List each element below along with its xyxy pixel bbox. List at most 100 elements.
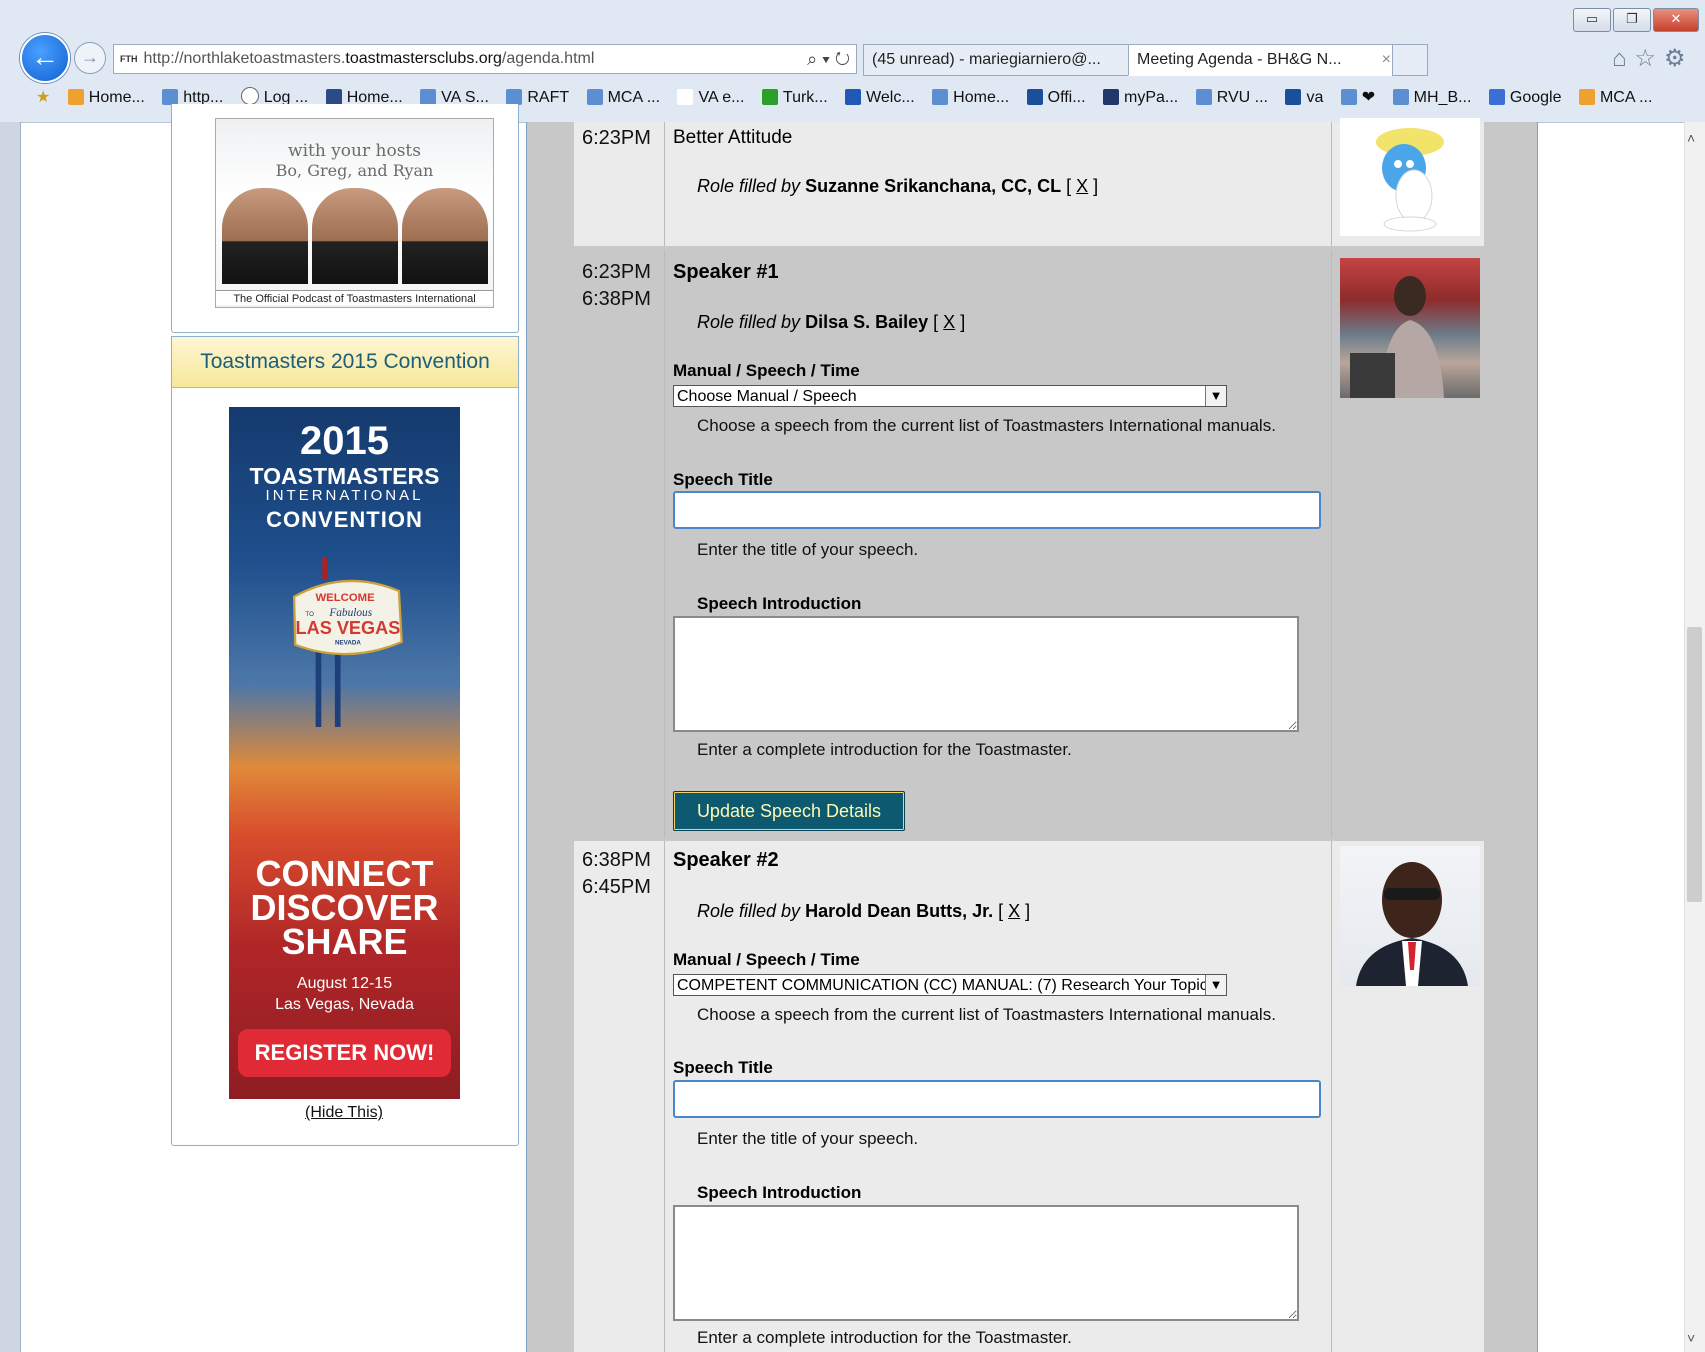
minimize-button[interactable]: ▭ <box>1573 8 1611 32</box>
banner-date-location: August 12-15 Las Vegas, Nevada <box>229 973 460 1015</box>
manual-speech-select[interactable]: Choose Manual / Speech ▼ <box>673 385 1227 407</box>
vertical-scrollbar[interactable]: ˄ ˅ <box>1684 122 1705 1352</box>
speech-title-help: Enter the title of your speech. <box>697 1129 919 1148</box>
favorite-link[interactable]: Offi... <box>1026 89 1086 106</box>
site-favicon: FTH <box>120 54 138 64</box>
sign-welcome: WELCOME <box>316 592 376 604</box>
manual-select-value: Choose Manual / Speech <box>677 388 857 405</box>
favorite-link[interactable]: myPa... <box>1103 89 1178 106</box>
favorite-link[interactable]: Home... <box>932 89 1009 106</box>
update-speech-details-button[interactable]: Update Speech Details <box>673 791 905 831</box>
close-window-button[interactable]: ✕ <box>1653 8 1699 32</box>
start-time: 6:23PM <box>582 261 651 283</box>
banner-discover: DISCOVER <box>250 887 439 928</box>
speech-intro-label: Speech Introduction <box>697 1183 862 1202</box>
tab-agenda-label: Meeting Agenda - BH&G N... <box>1137 51 1342 68</box>
role-filled-by-label: Role filled by <box>697 176 801 196</box>
end-time: 6:38PM <box>582 288 651 310</box>
favorite-link[interactable]: RVU ... <box>1195 89 1268 106</box>
tab-close-icon[interactable]: × <box>1382 45 1391 75</box>
tab-mail-label: (45 unread) - mariegiarniero@... <box>872 51 1101 68</box>
member-name: Suzanne Srikanchana, CC, CL <box>805 176 1062 196</box>
favorite-link[interactable]: VA e... <box>677 89 744 106</box>
address-bar[interactable]: FTH http://northlaketoastmasters.toastmas… <box>113 44 857 74</box>
banner-toastmasters: TOASTMASTERS <box>249 463 440 489</box>
end-time: 6:45PM <box>582 876 651 898</box>
sign-state: NEVADA <box>335 639 361 646</box>
favorite-link[interactable]: Google <box>1488 89 1562 106</box>
man-in-suit-icon <box>1356 862 1468 986</box>
convention-banner[interactable]: 2015 TOASTMASTERS INTERNATIONAL CONVENTI… <box>229 407 460 1099</box>
address-tools-icons[interactable]: ⌕ ▾ ↻ <box>807 45 850 73</box>
host-photo <box>401 188 488 284</box>
favorites-star-icon[interactable]: ★ <box>36 89 50 106</box>
host-photo <box>311 188 398 284</box>
time-column <box>574 841 665 1352</box>
manual-select-value: COMPETENT COMMUNICATION (CC) MANUAL: (7)… <box>677 977 1208 994</box>
home-favorites-settings-icons[interactable]: ⌂☆⚙ <box>1612 44 1694 73</box>
scroll-up-arrow-icon[interactable]: ˄ <box>1687 130 1695 146</box>
scroll-down-arrow-icon[interactable]: ˅ <box>1687 1330 1695 1346</box>
tab-meeting-agenda[interactable]: Meeting Agenda - BH&G N... × <box>1128 44 1400 76</box>
member-name: Dilsa S. Bailey <box>805 312 929 332</box>
speech-title-input[interactable] <box>673 1080 1321 1118</box>
restore-button[interactable]: ❐ <box>1613 8 1651 32</box>
sign-to: TO <box>305 611 314 618</box>
convention-heading: Toastmasters 2015 Convention <box>172 337 518 388</box>
url-domain: toastmastersclubs.org <box>345 50 502 68</box>
role-filled-by-label: Role filled by <box>697 312 801 332</box>
member-photo-dilsa-bailey <box>1340 258 1480 398</box>
banner-international: INTERNATIONAL <box>265 487 424 504</box>
speech-intro-textarea[interactable] <box>673 616 1299 732</box>
new-tab-button[interactable] <box>1392 44 1428 76</box>
smurf-character-icon <box>1376 128 1444 232</box>
favorite-link[interactable]: ❤ <box>1340 89 1375 106</box>
back-button[interactable]: ← <box>20 33 70 83</box>
manual-speech-select[interactable]: COMPETENT COMMUNICATION (CC) MANUAL: (7)… <box>673 974 1227 996</box>
role-filled-line: Role filled by Dilsa S. Bailey [ X ] <box>697 312 966 332</box>
banner-location: Las Vegas, Nevada <box>275 996 414 1013</box>
role-filled-line: Role filled by Harold Dean Butts, Jr. [ … <box>697 901 1031 921</box>
speech-intro-help: Enter a complete introduction for the To… <box>697 1328 1072 1347</box>
remove-member-link[interactable]: X <box>943 312 955 332</box>
favorite-link[interactable]: va <box>1285 89 1323 106</box>
favorite-link[interactable]: Welc... <box>845 89 915 106</box>
member-photo-smurfette <box>1340 118 1480 236</box>
start-time: 6:23PM <box>582 127 651 149</box>
remove-member-link[interactable]: X <box>1008 901 1020 921</box>
podcast-banner[interactable]: with your hosts Bo, Greg, and Ryan The O… <box>215 118 494 308</box>
favorite-link[interactable]: Turk... <box>761 89 828 106</box>
banner-slogan: CONNECT DISCOVER SHARE <box>229 856 460 960</box>
podcast-host-photos <box>216 188 493 284</box>
speech-title-help: Enter the title of your speech. <box>697 540 919 559</box>
speech-title-input[interactable] <box>673 491 1321 529</box>
window-controls: ▭ ❐ ✕ <box>1573 8 1699 32</box>
role-filled-line: Role filled by Suzanne Srikanchana, CC, … <box>697 176 1099 196</box>
role-title: Speaker #1 <box>673 261 779 283</box>
favorite-link[interactable]: MCA ... <box>586 89 660 106</box>
speaker-at-podium-icon <box>1350 276 1444 398</box>
forward-arrow-icon: → <box>81 47 99 67</box>
register-now-button[interactable]: REGISTER NOW! <box>238 1029 451 1077</box>
role-title: Speaker #2 <box>673 849 779 871</box>
favorite-link[interactable]: MH_B... <box>1392 89 1471 106</box>
remove-member-link[interactable]: X <box>1076 176 1088 196</box>
url-path: /agenda.html <box>501 50 595 68</box>
las-vegas-sign-icon: WELCOME TO Fabulous LAS VEGAS NEVADA <box>292 557 403 727</box>
speech-intro-help: Enter a complete introduction for the To… <box>697 740 1072 759</box>
podcast-hosts-line2: Bo, Greg, and Ryan <box>275 161 434 180</box>
scroll-thumb[interactable] <box>1687 627 1702 902</box>
podcast-hosts-line1: with your hosts <box>288 141 421 161</box>
podcast-caption: The Official Podcast of Toastmasters Int… <box>216 290 493 305</box>
hide-this-link[interactable]: (Hide This) <box>171 1104 517 1122</box>
favorite-link[interactable]: MCA ... <box>1578 89 1652 106</box>
speech-intro-textarea[interactable] <box>673 1205 1299 1321</box>
start-time: 6:38PM <box>582 849 651 871</box>
banner-dates: August 12-15 <box>296 975 393 992</box>
manual-label: Manual / Speech / Time <box>673 361 860 380</box>
url-prefix: http://northlaketoastmasters. <box>143 50 346 68</box>
forward-button[interactable]: → <box>74 42 106 74</box>
tab-mail[interactable]: (45 unread) - mariegiarniero@... <box>863 44 1134 76</box>
speech-title-label: Speech Title <box>673 1058 773 1077</box>
favorite-link[interactable]: Home... <box>67 89 145 106</box>
